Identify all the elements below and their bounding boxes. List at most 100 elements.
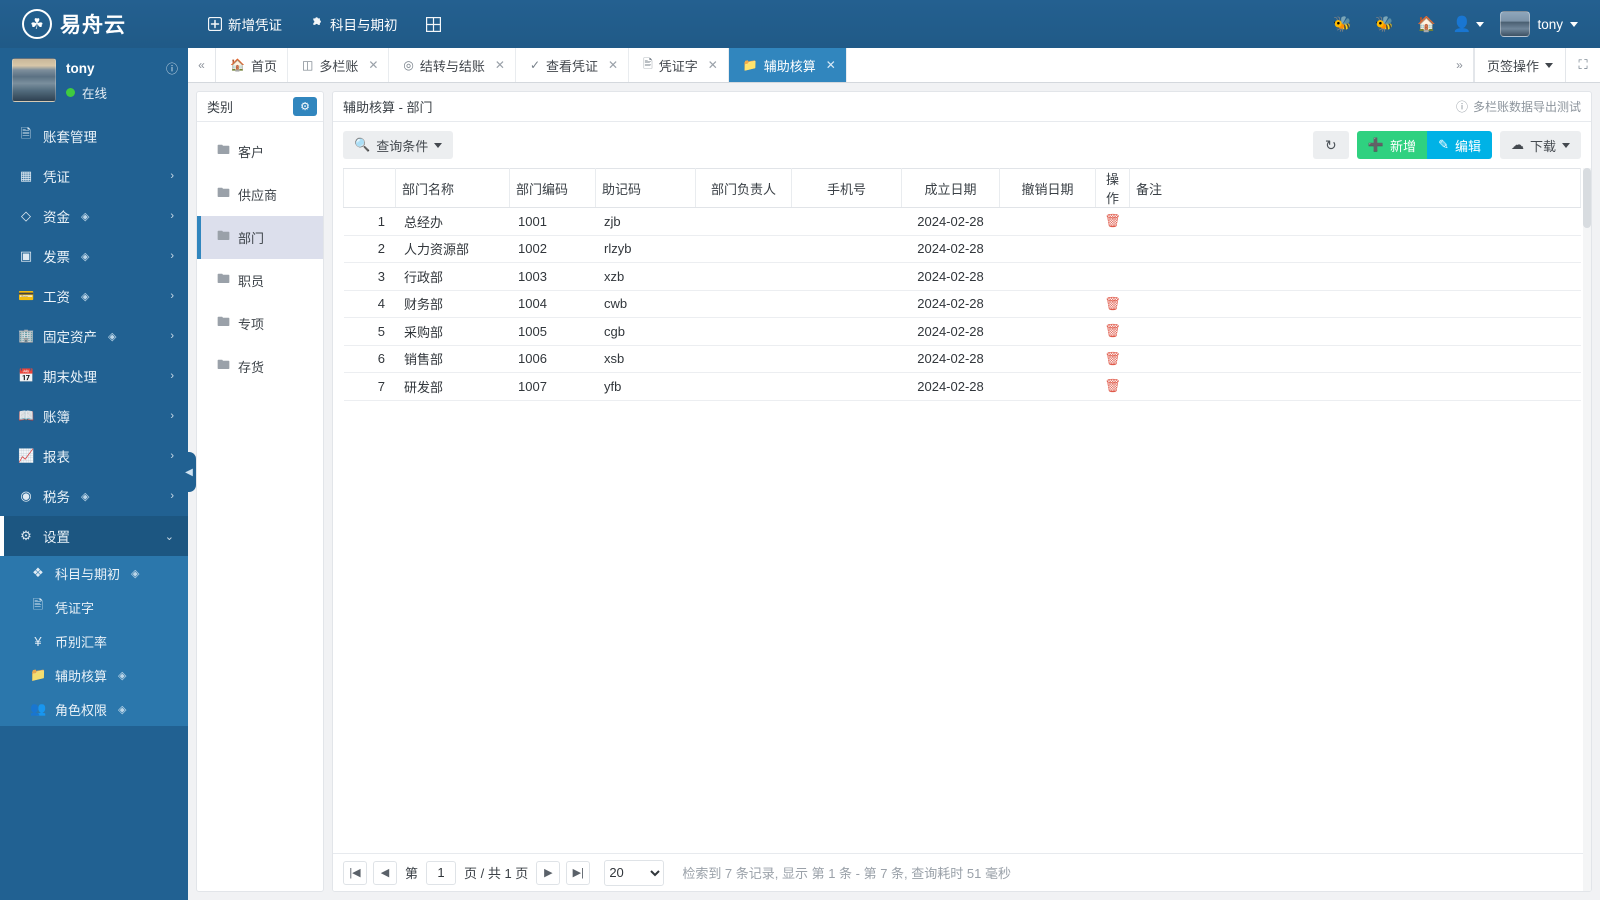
tab-operations-menu[interactable]: 页签操作 bbox=[1473, 48, 1566, 82]
user-menu[interactable]: tony bbox=[1490, 0, 1586, 48]
column-header-founded[interactable]: 成立日期 bbox=[901, 168, 1000, 208]
pencil-square-icon: ✎ bbox=[1438, 137, 1449, 152]
tab-carryover-closing[interactable]: ◎ 结转与结账 ✕ bbox=[389, 48, 516, 82]
sidebar-subitem-subjects[interactable]: ❖ 科目与期初 ◈ bbox=[0, 556, 188, 590]
first-page-icon[interactable]: |◀ bbox=[343, 860, 367, 885]
info-circle-icon[interactable]: ⓘ bbox=[166, 60, 178, 77]
category-item-department[interactable]: 🖿 部门 bbox=[197, 216, 323, 259]
sidebar-item-ledger[interactable]: 📖 账簿 › bbox=[0, 396, 188, 436]
last-page-icon[interactable]: ▶| bbox=[566, 860, 591, 885]
trash-icon[interactable]: 🗑 bbox=[1104, 351, 1121, 366]
category-item-customer[interactable]: 🖿 客户 bbox=[197, 130, 323, 173]
close-icon[interactable]: ✕ bbox=[708, 58, 718, 72]
page-number-input[interactable] bbox=[426, 860, 457, 885]
column-header-cancelled[interactable]: 撤销日期 bbox=[999, 168, 1096, 208]
table-row[interactable]: 2 人力资源部 1002 rlzyb 2024-02-28 bbox=[343, 235, 1581, 263]
cell-name: 总经办 bbox=[395, 207, 510, 236]
trash-icon[interactable]: 🗑 bbox=[1104, 323, 1121, 338]
cell-remark bbox=[1129, 317, 1581, 346]
sidebar-item-accountset[interactable]: 🗎 账套管理 bbox=[0, 116, 188, 156]
gear-icon[interactable]: ⚙ bbox=[293, 97, 317, 116]
sidebar-subitem-auxiliary[interactable]: 📁 辅助核算 ◈ bbox=[0, 658, 188, 692]
scrollbar-thumb[interactable] bbox=[1583, 168, 1591, 228]
table-row[interactable]: 6 销售部 1006 xsb 2024-02-28 🗑 bbox=[343, 345, 1581, 373]
prev-page-icon[interactable]: ◀ bbox=[373, 860, 397, 885]
close-icon[interactable]: ✕ bbox=[826, 58, 836, 72]
trash-icon[interactable]: 🗑 bbox=[1104, 213, 1121, 228]
table-row[interactable]: 1 总经办 1001 zjb 2024-02-28 🗑 bbox=[343, 207, 1581, 236]
cell-name: 销售部 bbox=[395, 345, 510, 373]
trash-icon[interactable]: 🗑 bbox=[1104, 296, 1121, 311]
sidebar-item-funds[interactable]: ◇ 资金 ◈ › bbox=[0, 196, 188, 236]
column-header-leader[interactable]: 部门负责人 bbox=[695, 168, 792, 208]
bug-icon[interactable]: 🐝 bbox=[1364, 0, 1404, 48]
sidebar-subitem-voucher-word[interactable]: 🖹 凭证字 bbox=[0, 590, 188, 624]
download-button[interactable]: ☁ 下载 bbox=[1499, 131, 1581, 159]
check-circle-icon: ✓ bbox=[529, 58, 541, 72]
header-link-label: 新增凭证 bbox=[228, 18, 282, 33]
expand-icon[interactable]: ⛶ bbox=[1566, 48, 1600, 82]
sidebar-item-salary[interactable]: 💳 工资 ◈ › bbox=[0, 276, 188, 316]
add-edit-button-group: ➕ 新增 ✎ 编辑 bbox=[1356, 131, 1492, 159]
panel-header: 辅助核算 - 部门 ⓘ 多栏账数据导出测试 bbox=[333, 92, 1591, 122]
header-link-new-voucher[interactable]: 新增凭证 bbox=[194, 0, 296, 48]
brand-logo[interactable]: ☘ 易舟云 bbox=[0, 0, 188, 48]
column-header-phone[interactable]: 手机号 bbox=[791, 168, 902, 208]
tab-multicolumn-ledger[interactable]: ◫ 多栏账 ✕ bbox=[288, 48, 390, 82]
tab-home[interactable]: 🏠 首页 bbox=[216, 48, 288, 82]
tab-auxiliary-accounting[interactable]: 📁 辅助核算 ✕ bbox=[728, 48, 847, 82]
trash-icon[interactable]: 🗑 bbox=[1104, 378, 1121, 393]
home-icon[interactable]: 🏠 bbox=[1406, 0, 1446, 48]
doc-icon: 🖹 bbox=[643, 56, 653, 71]
header-link-apps[interactable] bbox=[412, 0, 455, 48]
sidebar-item-reports[interactable]: 📈 报表 › bbox=[0, 436, 188, 476]
header-link-subjects[interactable]: 科目与期初 bbox=[296, 0, 412, 48]
user-switch-icon[interactable]: 👤 bbox=[1448, 0, 1488, 48]
tab-view-voucher[interactable]: ✓ 查看凭证 ✕ bbox=[516, 48, 630, 82]
column-header-name[interactable]: 部门名称 bbox=[395, 168, 510, 208]
category-item-employee[interactable]: 🖿 职员 bbox=[197, 259, 323, 302]
tab-label: 多栏账 bbox=[319, 58, 359, 74]
column-header-mnemonic[interactable]: 助记码 bbox=[595, 168, 696, 208]
sidebar-item-voucher[interactable]: ▦ 凭证 › bbox=[0, 156, 188, 196]
add-button[interactable]: ➕ 新增 bbox=[1356, 131, 1428, 159]
table-row[interactable]: 5 采购部 1005 cgb 2024-02-28 🗑 bbox=[343, 317, 1581, 346]
close-icon[interactable]: ✕ bbox=[608, 58, 618, 72]
next-page-icon[interactable]: ▶ bbox=[536, 860, 561, 885]
double-chevron-left-icon[interactable]: « bbox=[188, 48, 216, 82]
category-item-inventory[interactable]: 🖿 存货 bbox=[197, 345, 323, 388]
category-item-special[interactable]: 🖿 专项 bbox=[197, 302, 323, 345]
category-item-supplier[interactable]: 🖿 供应商 bbox=[197, 173, 323, 216]
double-chevron-right-icon[interactable]: » bbox=[1446, 48, 1474, 82]
sidebar-item-tax[interactable]: ◉ 税务 ◈ › bbox=[0, 476, 188, 516]
vertical-scrollbar[interactable] bbox=[1583, 168, 1591, 891]
close-icon[interactable]: ✕ bbox=[368, 58, 378, 72]
cell-index: 4 bbox=[343, 290, 396, 318]
gem-icon: ◈ bbox=[81, 290, 90, 303]
sidebar-item-settings[interactable]: ⚙ 设置 ⌄ bbox=[0, 516, 188, 556]
sidebar-collapse-handle[interactable]: ◀ bbox=[182, 452, 196, 492]
sidebar-subitem-roles[interactable]: 👥 角色权限 ◈ bbox=[0, 692, 188, 726]
column-header-remark[interactable]: 备注 bbox=[1129, 168, 1581, 208]
sidebar-subitem-currency[interactable]: ¥ 币别汇率 bbox=[0, 624, 188, 658]
query-conditions-button[interactable]: 🔍 查询条件 bbox=[343, 131, 454, 159]
sidebar-item-invoice[interactable]: ▣ 发票 ◈ › bbox=[0, 236, 188, 276]
sidebar-item-periodend[interactable]: 📅 期末处理 › bbox=[0, 356, 188, 396]
sidebar-item-fixedassets[interactable]: 🏢 固定资产 ◈ › bbox=[0, 316, 188, 356]
column-header-code[interactable]: 部门编码 bbox=[509, 168, 596, 208]
refresh-button[interactable]: ↻ bbox=[1312, 131, 1349, 159]
column-header-index[interactable] bbox=[343, 168, 396, 208]
page-size-select[interactable]: 20 50 100 bbox=[604, 859, 665, 886]
table-row[interactable]: 3 行政部 1003 xzb 2024-02-28 bbox=[343, 262, 1581, 291]
cell-code: 1003 bbox=[509, 262, 596, 291]
table-row[interactable]: 4 财务部 1004 cwb 2024-02-28 🗑 bbox=[343, 290, 1581, 318]
cell-operation bbox=[1095, 262, 1130, 291]
cell-leader bbox=[695, 317, 792, 346]
sidebar-profile[interactable]: tony ⓘ 在线 bbox=[0, 48, 188, 116]
tab-voucher-word[interactable]: 🖹 凭证字 ✕ bbox=[629, 48, 729, 82]
table-row[interactable]: 7 研发部 1007 yfb 2024-02-28 🗑 bbox=[343, 372, 1581, 401]
column-header-operation[interactable]: 操作 bbox=[1095, 168, 1130, 208]
edit-button[interactable]: ✎ 编辑 bbox=[1427, 131, 1492, 159]
bug-icon[interactable]: 🐝 bbox=[1322, 0, 1362, 48]
close-icon[interactable]: ✕ bbox=[495, 58, 505, 72]
